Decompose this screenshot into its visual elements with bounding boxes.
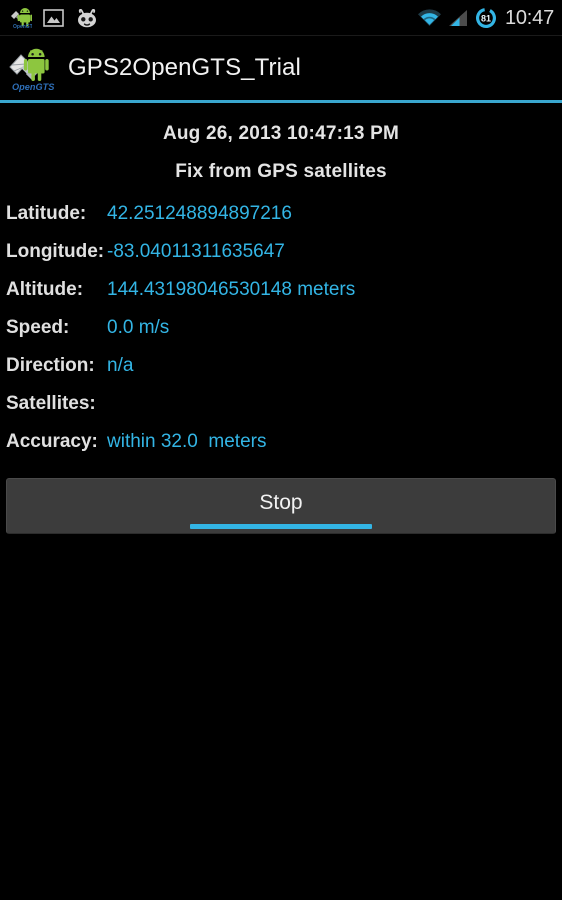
field-value: within 32.0 meters <box>107 431 267 452</box>
field-row-latitude: Latitude: 42.251248894897216 <box>0 203 562 241</box>
field-row-satellites: Satellites: <box>0 393 562 431</box>
action-bar: OpenGTS GPS2OpenGTS_Trial <box>0 36 562 100</box>
field-row-altitude: Altitude: 144.43198046530148 meters <box>0 279 562 317</box>
status-bar-clock: 10:47 <box>504 6 554 29</box>
wifi-icon <box>417 8 442 28</box>
app-logo-icon[interactable]: OpenGTS <box>8 42 60 94</box>
gps-status-panel: Aug 26, 2013 10:47:13 PM Fix from GPS sa… <box>0 103 562 534</box>
field-value: 42.251248894897216 <box>107 203 292 224</box>
field-row-speed: Speed: 0.0 m/s <box>0 317 562 355</box>
field-row-direction: Direction: n/a <box>0 355 562 393</box>
stop-button[interactable]: Stop <box>6 478 556 534</box>
stop-button-label: Stop <box>259 491 303 514</box>
app-logo-caption: OpenGTS <box>12 82 55 92</box>
status-bar-notifications: OpenGTS <box>10 7 99 30</box>
field-value: 0.0 m/s <box>107 317 170 338</box>
status-bar[interactable]: OpenGTS <box>0 0 562 36</box>
field-label: Longitude: <box>6 241 105 262</box>
field-label: Direction: <box>6 355 95 376</box>
gps2opengts-notification-icon: OpenGTS <box>10 7 37 30</box>
field-row-longitude: Longitude: -83.04011311635647 <box>0 241 562 279</box>
fix-status-text: Fix from GPS satellites <box>175 161 387 182</box>
field-value: -83.04011311635647 <box>107 241 285 262</box>
field-label: Accuracy: <box>6 431 98 452</box>
field-label: Latitude: <box>6 203 87 224</box>
timestamp-text: Aug 26, 2013 10:47:13 PM <box>162 123 400 144</box>
gallery-image-icon <box>43 8 64 28</box>
battery-icon: 81 <box>475 7 497 29</box>
gps-field-list: Latitude: 42.251248894897216 Longitude: … <box>0 203 562 469</box>
svg-text:OpenGTS: OpenGTS <box>13 24 32 29</box>
stop-button-focus-indicator <box>190 524 372 529</box>
field-label: Speed: <box>6 317 70 338</box>
field-label: Satellites: <box>6 393 96 414</box>
field-row-accuracy: Accuracy: within 32.0 meters <box>0 431 562 469</box>
cellular-signal-icon <box>448 9 469 28</box>
cyanogenmod-icon <box>75 8 99 28</box>
field-value: n/a <box>107 355 134 376</box>
status-bar-system-icons: 81 10:47 <box>417 7 554 30</box>
button-container: Stop <box>0 469 562 534</box>
battery-level-text: 81 <box>481 13 491 23</box>
field-value: 144.43198046530148 meters <box>107 279 356 300</box>
page-title: GPS2OpenGTS_Trial <box>68 54 301 81</box>
field-label: Altitude: <box>6 279 84 300</box>
